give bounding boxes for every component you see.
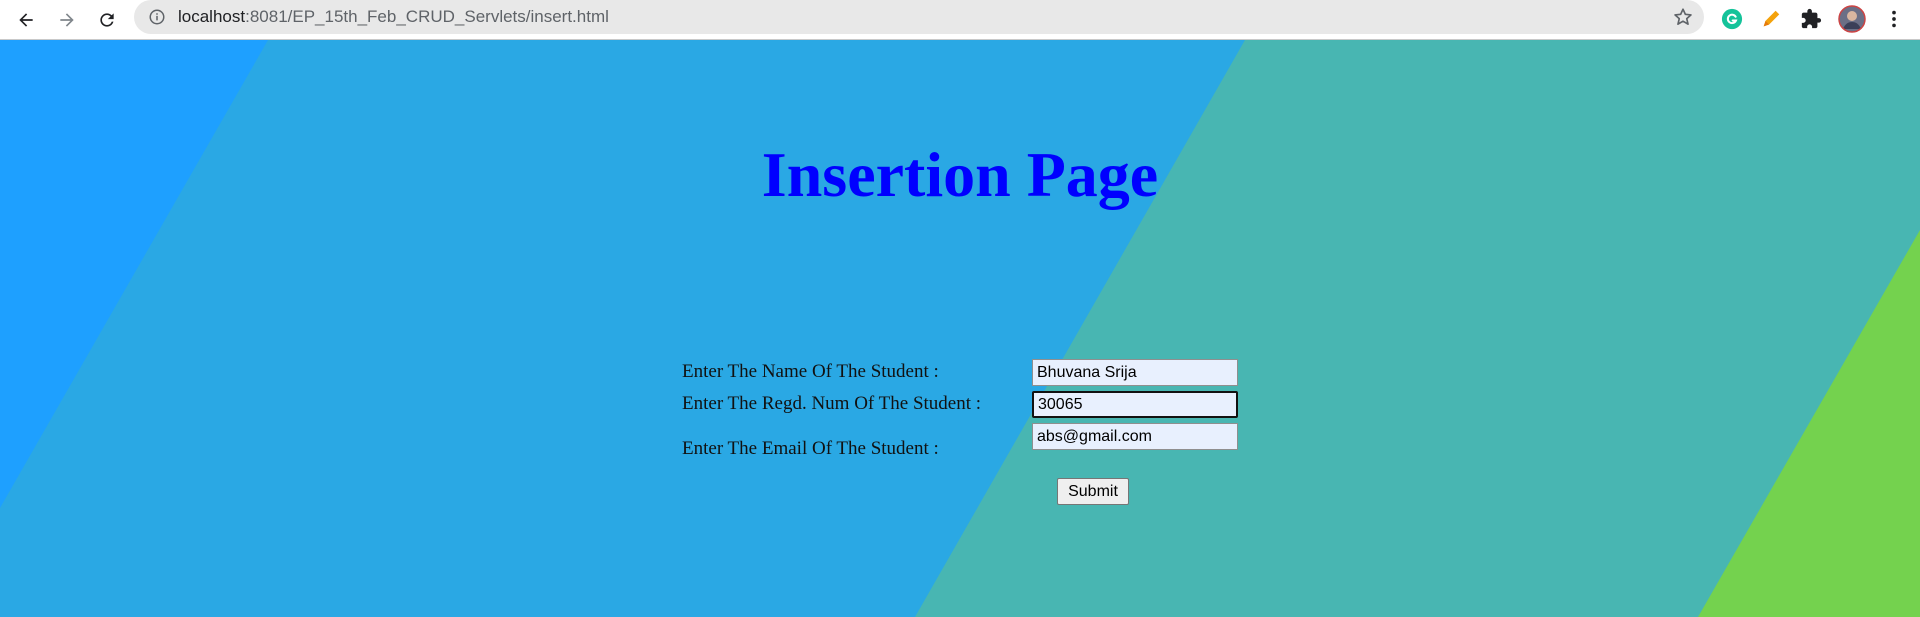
url-path: :8081/EP_15th_Feb_CRUD_Servlets/insert.h…	[245, 7, 609, 26]
student-email-label: Enter The Email Of The Student :	[682, 438, 939, 459]
page-title: Insertion Page	[761, 139, 1159, 210]
back-button[interactable]	[10, 4, 42, 36]
url-host: localhost	[178, 7, 246, 26]
student-regd-input[interactable]	[1032, 391, 1238, 418]
background-shapes	[0, 40, 1920, 617]
arrow-right-icon	[60, 13, 74, 27]
student-name-label: Enter The Name Of The Student :	[682, 361, 939, 382]
pencil-extension-icon[interactable]	[1757, 5, 1785, 33]
avatar-icon	[1838, 5, 1866, 33]
student-name-input[interactable]	[1032, 359, 1238, 386]
pencil-icon	[1763, 10, 1780, 27]
arrow-left-icon	[19, 13, 33, 27]
puzzle-icon	[1801, 8, 1822, 29]
submit-button[interactable]: Submit	[1057, 478, 1129, 505]
address-bar[interactable]: localhost:8081/EP_15th_Feb_CRUD_Servlets…	[134, 0, 1704, 34]
grammarly-extension-icon[interactable]	[1718, 5, 1746, 33]
bookmark-star-icon[interactable]	[1672, 6, 1694, 28]
url-text[interactable]: localhost:8081/EP_15th_Feb_CRUD_Servlets…	[178, 7, 609, 27]
page-content: Insertion Page Enter The Name Of The Stu…	[0, 40, 1920, 617]
grammarly-icon	[1721, 8, 1743, 30]
profile-avatar[interactable]	[1838, 5, 1866, 33]
reload-icon	[100, 13, 114, 27]
extensions-button[interactable]	[1797, 5, 1825, 33]
forward-button[interactable]	[51, 4, 83, 36]
info-icon[interactable]	[148, 8, 166, 26]
kebab-menu-icon	[1892, 10, 1896, 28]
reload-button[interactable]	[91, 4, 123, 36]
student-regd-label: Enter The Regd. Num Of The Student :	[682, 393, 982, 414]
browser-menu-button[interactable]	[1880, 5, 1908, 33]
student-email-input[interactable]	[1032, 423, 1238, 450]
browser-toolbar: localhost:8081/EP_15th_Feb_CRUD_Servlets…	[0, 0, 1920, 40]
